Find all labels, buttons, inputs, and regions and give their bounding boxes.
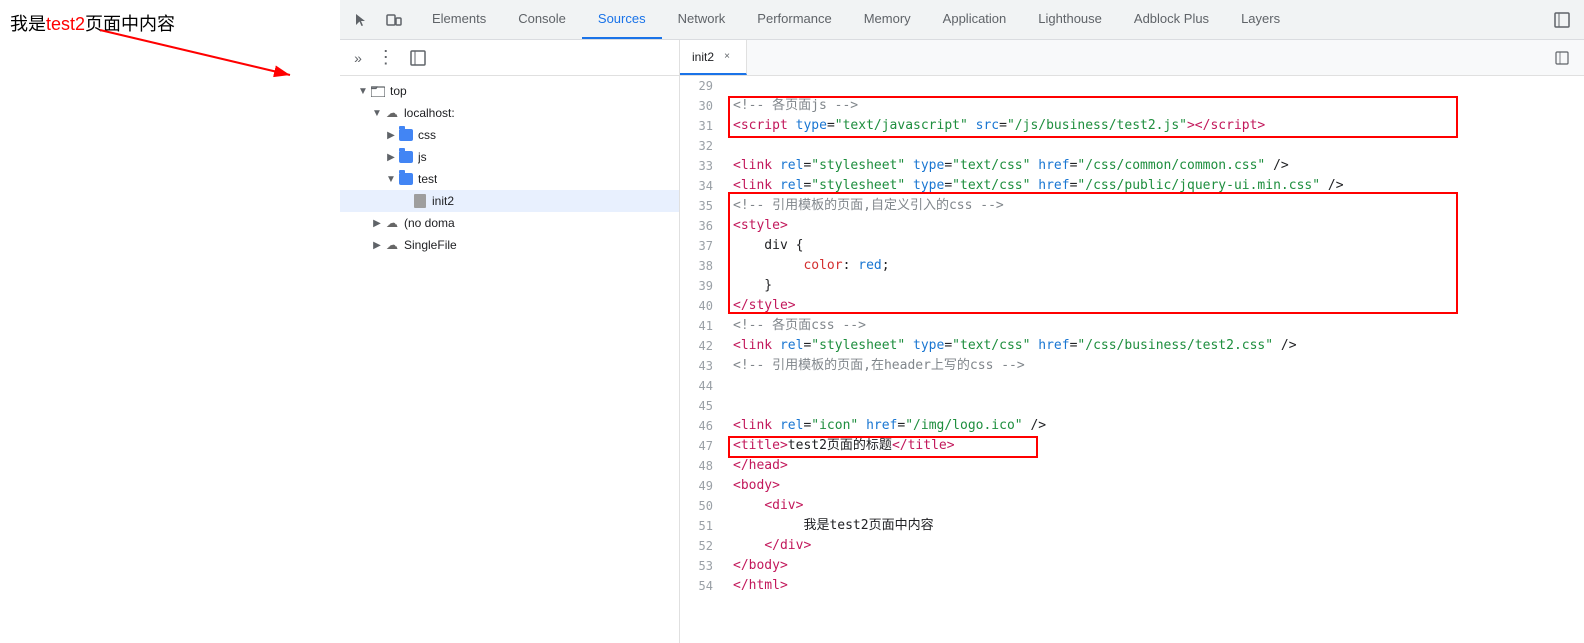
- cursor-icon[interactable]: [348, 6, 376, 34]
- nav-icons-group: [348, 6, 408, 34]
- tree-item-singlefile[interactable]: ▶ ☁ SingleFile: [340, 234, 679, 256]
- tab-elements[interactable]: Elements: [416, 0, 502, 39]
- expand-arrows-icon[interactable]: »: [346, 46, 370, 70]
- tree-label-init2: init2: [432, 194, 454, 208]
- panel-toggle-left-icon[interactable]: [406, 46, 430, 70]
- main-area: » ⋮ ▼ top: [340, 40, 1584, 643]
- table-row: 37 div {: [680, 236, 1584, 256]
- table-row: 38 color: red;: [680, 256, 1584, 276]
- table-row: 39 }: [680, 276, 1584, 296]
- code-editor[interactable]: 2930<!-- 各页面js -->31<script type="text/j…: [680, 76, 1584, 643]
- cloud-icon-nodomain: ☁: [384, 215, 400, 231]
- table-row: 47<title>test2页面的标题</title>: [680, 436, 1584, 456]
- table-row: 49<body>: [680, 476, 1584, 496]
- code-table: 2930<!-- 各页面js -->31<script type="text/j…: [680, 76, 1584, 596]
- table-row: 54</html>: [680, 576, 1584, 596]
- editor-tabs: init2 ×: [680, 40, 1584, 76]
- table-row: 50 <div>: [680, 496, 1584, 516]
- expand-panel-icon[interactable]: [1548, 6, 1576, 34]
- tab-layers[interactable]: Layers: [1225, 0, 1296, 39]
- folder-icon-js: [398, 149, 414, 165]
- tree-label-css: css: [418, 128, 436, 142]
- tab-console[interactable]: Console: [502, 0, 582, 39]
- tab-memory[interactable]: Memory: [848, 0, 927, 39]
- table-row: 34<link rel="stylesheet" type="text/css"…: [680, 176, 1584, 196]
- tab-close-button[interactable]: ×: [720, 50, 734, 64]
- table-row: 46<link rel="icon" href="/img/logo.ico" …: [680, 416, 1584, 436]
- nav-tabs: Elements Console Sources Network Perform…: [416, 0, 1296, 39]
- devtools-topnav: Elements Console Sources Network Perform…: [340, 0, 1584, 40]
- tree-item-css[interactable]: ▶ css: [340, 124, 679, 146]
- table-row: 45: [680, 396, 1584, 416]
- tree-item-js[interactable]: ▶ js: [340, 146, 679, 168]
- table-row: 33<link rel="stylesheet" type="text/css"…: [680, 156, 1584, 176]
- tree-label-singlefile: SingleFile: [404, 238, 457, 252]
- left-panel: » ⋮ ▼ top: [340, 40, 680, 643]
- page-content-label: 我是test2页面中内容: [10, 10, 175, 36]
- tab-performance[interactable]: Performance: [741, 0, 847, 39]
- page-text-red: test2: [46, 14, 85, 34]
- tree-item-top[interactable]: ▼ top: [340, 80, 679, 102]
- tree-arrow-init2: [398, 194, 412, 208]
- tree-item-localhost[interactable]: ▼ ☁ localhost:: [340, 102, 679, 124]
- folder-icon-test: [398, 171, 414, 187]
- table-row: 42<link rel="stylesheet" type="text/css"…: [680, 336, 1584, 356]
- tree-label-test: test: [418, 172, 437, 186]
- cloud-icon-localhost: ☁: [384, 105, 400, 121]
- tree-arrow-test: ▼: [384, 172, 398, 186]
- editor-tab-init2[interactable]: init2 ×: [680, 40, 747, 75]
- tree-label-js: js: [418, 150, 427, 164]
- cloud-icon-singlefile: ☁: [384, 237, 400, 253]
- tree-arrow-localhost: ▼: [370, 106, 384, 120]
- tab-application[interactable]: Application: [927, 0, 1023, 39]
- page-text-static2: 页面中内容: [85, 14, 175, 34]
- tab-network[interactable]: Network: [662, 0, 742, 39]
- tree-label-localhost: localhost:: [404, 106, 455, 120]
- folder-icon-css: [398, 127, 414, 143]
- tree-arrow-singlefile: ▶: [370, 238, 384, 252]
- file-icon-init2: [412, 193, 428, 209]
- tab-lighthouse[interactable]: Lighthouse: [1022, 0, 1118, 39]
- table-row: 48</head>: [680, 456, 1584, 476]
- tree-item-init2[interactable]: init2: [340, 190, 679, 212]
- table-row: 29: [680, 76, 1584, 96]
- table-row: 30<!-- 各页面js -->: [680, 96, 1584, 116]
- table-row: 36<style>: [680, 216, 1584, 236]
- editor-tab-label: init2: [692, 50, 714, 64]
- table-row: 43<!-- 引用模板的页面,在header上写的css -->: [680, 356, 1584, 376]
- editor-expand-icon[interactable]: [1548, 44, 1576, 72]
- tree-item-test[interactable]: ▼ test: [340, 168, 679, 190]
- table-row: 44: [680, 376, 1584, 396]
- file-tree: ▼ top ▼ ☁ localhost: ▶: [340, 76, 679, 643]
- folder-icon-top: [370, 83, 386, 99]
- tree-arrow-top: ▼: [356, 84, 370, 98]
- tree-arrow-nodomain: ▶: [370, 216, 384, 230]
- tab-adblock[interactable]: Adblock Plus: [1118, 0, 1225, 39]
- table-row: 32: [680, 136, 1584, 156]
- more-options-icon[interactable]: ⋮: [374, 46, 398, 70]
- table-row: 40</style>: [680, 296, 1584, 316]
- page-text-static: 我是: [10, 14, 46, 34]
- table-row: 52 </div>: [680, 536, 1584, 556]
- table-row: 41<!-- 各页面css -->: [680, 316, 1584, 336]
- table-row: 35<!-- 引用模板的页面,自定义引入的css -->: [680, 196, 1584, 216]
- table-row: 31<script type="text/javascript" src="/j…: [680, 116, 1584, 136]
- table-row: 53</body>: [680, 556, 1584, 576]
- tree-arrow-css: ▶: [384, 128, 398, 142]
- table-row: 51 我是test2页面中内容: [680, 516, 1584, 536]
- device-toggle-icon[interactable]: [380, 6, 408, 34]
- tree-arrow-js: ▶: [384, 150, 398, 164]
- tree-item-nodomain[interactable]: ▶ ☁ (no doma: [340, 212, 679, 234]
- tab-sources[interactable]: Sources: [582, 0, 662, 39]
- tree-label-top: top: [390, 84, 407, 98]
- left-panel-toolbar: » ⋮: [340, 40, 679, 76]
- tree-label-nodomain: (no doma: [404, 216, 455, 230]
- right-panel: init2 × 2930<!-- 各页面js -->31<script type…: [680, 40, 1584, 643]
